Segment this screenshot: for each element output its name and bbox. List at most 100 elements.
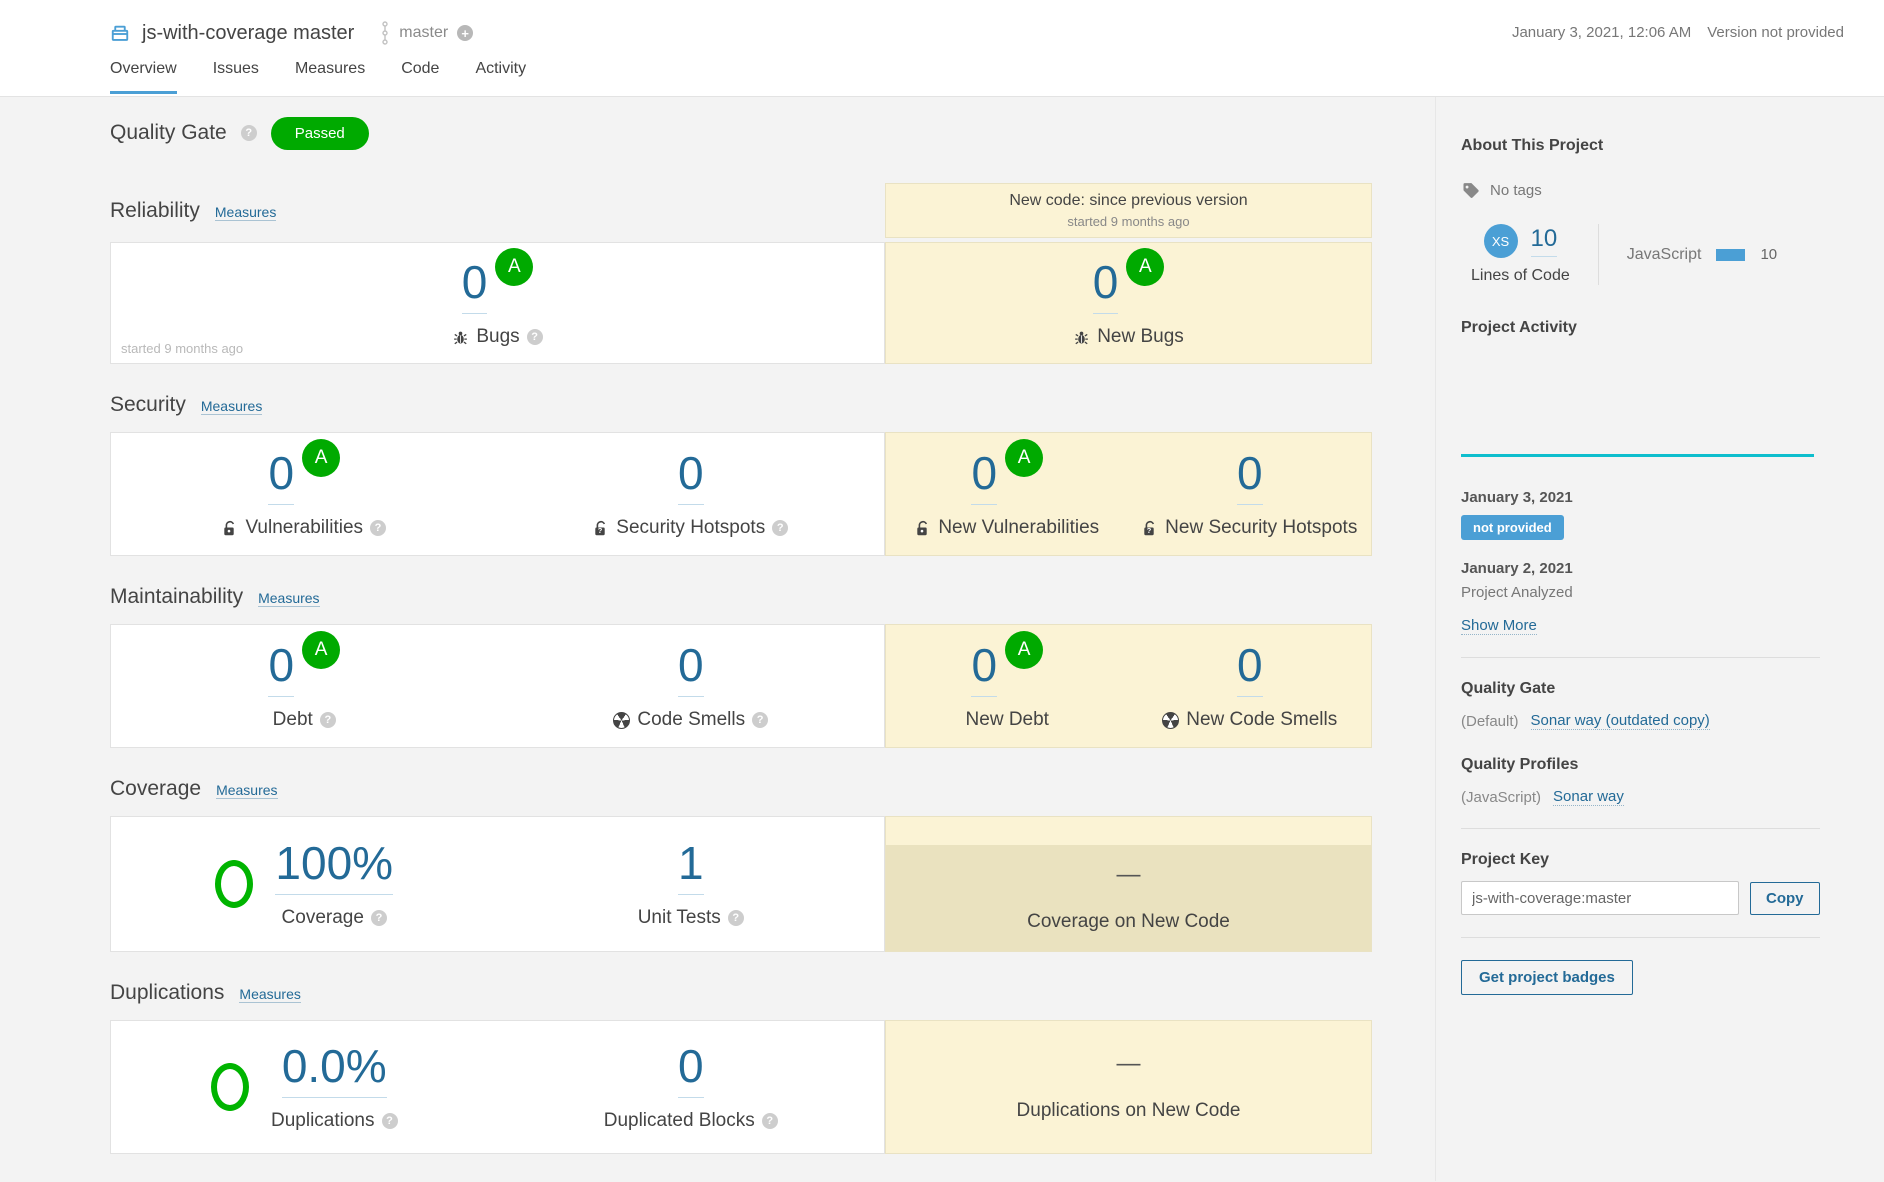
- tab-overview[interactable]: Overview: [110, 60, 177, 94]
- security-hotspots-value-link[interactable]: 0: [678, 449, 704, 505]
- section-security: Security Measures 0 A: [110, 390, 1372, 556]
- quality-profile-link[interactable]: Sonar way: [1553, 788, 1624, 806]
- section-reliability: Reliability Measures New code: since pre…: [110, 183, 1372, 364]
- duplications-donut-icon: [211, 1063, 249, 1111]
- new-code-smells-value-link[interactable]: 0: [1237, 641, 1263, 697]
- security-card: 0 A Vulnerabilities: [110, 432, 885, 556]
- tab-activity[interactable]: Activity: [475, 60, 526, 94]
- new-bugs-value-link[interactable]: 0: [1093, 258, 1119, 314]
- tab-code[interactable]: Code: [401, 60, 439, 94]
- measure-security-hotspots: 0 ? Security Hotspots: [593, 449, 788, 539]
- branch-selector[interactable]: master: [380, 20, 473, 46]
- tab-issues[interactable]: Issues: [213, 60, 259, 94]
- help-icon[interactable]: [241, 125, 257, 141]
- unit-tests-value-link[interactable]: 1: [678, 839, 704, 895]
- activity-flat-line: [1461, 454, 1814, 457]
- measure-new-security-hotspots: 0 ? New Security Hotspots: [1142, 449, 1357, 539]
- quality-gate-scope: (Default): [1461, 713, 1519, 730]
- help-icon[interactable]: [370, 520, 386, 536]
- help-icon[interactable]: [320, 712, 336, 728]
- help-icon[interactable]: [382, 1113, 398, 1129]
- new-security-hotspots-label: New Security Hotspots: [1165, 517, 1357, 539]
- coverage-value-link[interactable]: 100%: [275, 839, 393, 895]
- activity-event: January 3, 2021 not provided: [1461, 489, 1820, 540]
- help-icon[interactable]: [762, 1113, 778, 1129]
- project-size-row: XS 10 Lines of Code JavaScript 10: [1461, 224, 1820, 285]
- quality-gate-link[interactable]: Sonar way (outdated copy): [1531, 712, 1710, 730]
- code-smell-icon: [1162, 712, 1179, 729]
- lock-question-icon: ?: [1142, 520, 1158, 537]
- nav-tabs: Overview Issues Measures Code Activity: [110, 60, 1844, 94]
- tab-measures[interactable]: Measures: [295, 60, 365, 94]
- divider: [1461, 657, 1820, 658]
- new-vulnerabilities-value-link[interactable]: 0: [971, 449, 997, 505]
- new-bugs-label: New Bugs: [1097, 326, 1184, 348]
- measure-unit-tests: 1 Unit Tests: [638, 839, 744, 929]
- help-icon[interactable]: [752, 712, 768, 728]
- bug-icon: [1073, 329, 1090, 346]
- get-project-badges-button[interactable]: Get project badges: [1461, 960, 1633, 995]
- bugs-value-link[interactable]: 0: [462, 258, 488, 314]
- measure-code-smells: 0 Code Smells: [613, 641, 768, 731]
- branch-name: master: [399, 24, 448, 42]
- new-debt-value-link[interactable]: 0: [971, 641, 997, 697]
- analysis-meta: January 3, 2021, 12:06 AM Version not pr…: [1512, 24, 1844, 41]
- tags-label: No tags: [1490, 182, 1542, 199]
- new-coverage-label: Coverage on New Code: [1027, 911, 1230, 933]
- svg-text:?: ?: [1147, 526, 1152, 535]
- project-icon: [110, 23, 130, 43]
- measure-new-code-smells: 0 New Code Smells: [1162, 641, 1337, 731]
- new-vulnerabilities-rating-badge: A: [1005, 439, 1043, 477]
- divider: [1461, 937, 1820, 938]
- event-date: January 3, 2021: [1461, 489, 1820, 506]
- measure-duplications: 0.0% Duplications: [271, 1042, 398, 1132]
- measure-new-vulnerabilities: 0 A New Vulnerabilities: [915, 449, 1099, 539]
- reliability-measures-link[interactable]: Measures: [215, 204, 276, 221]
- duplications-measures-link[interactable]: Measures: [239, 986, 300, 1003]
- event-text: Project Analyzed: [1461, 584, 1820, 601]
- page-title: js-with-coverage master: [142, 22, 354, 45]
- tags-row[interactable]: No tags: [1461, 181, 1820, 200]
- maintainability-measures-link[interactable]: Measures: [258, 590, 319, 607]
- duplicated-blocks-value-link[interactable]: 0: [678, 1042, 704, 1098]
- reliability-card: 0 A Bugs started 9: [110, 242, 885, 364]
- debt-value-link[interactable]: 0: [268, 641, 294, 697]
- help-icon[interactable]: [728, 910, 744, 926]
- duplications-label: Duplications: [271, 1110, 375, 1132]
- code-smells-label: Code Smells: [637, 709, 745, 731]
- debt-rating-badge: A: [302, 631, 340, 669]
- event-date: January 2, 2021: [1461, 560, 1820, 577]
- show-more-link[interactable]: Show More: [1461, 617, 1537, 635]
- project-key-input[interactable]: [1461, 881, 1739, 915]
- language-row: JavaScript 10: [1627, 224, 1777, 285]
- project-key-title: Project Key: [1461, 851, 1820, 869]
- duplications-value-link[interactable]: 0.0%: [282, 1042, 387, 1098]
- plus-circle-icon[interactable]: [457, 25, 473, 41]
- coverage-measures-link[interactable]: Measures: [216, 782, 277, 799]
- debt-label: Debt: [273, 709, 313, 731]
- duplicated-blocks-label: Duplicated Blocks: [604, 1110, 755, 1132]
- new-security-hotspots-value-link[interactable]: 0: [1237, 449, 1263, 505]
- analysis-date: January 3, 2021, 12:06 AM: [1512, 24, 1691, 41]
- security-measures-link[interactable]: Measures: [201, 398, 262, 415]
- help-icon[interactable]: [371, 910, 387, 926]
- vulnerabilities-rating-badge: A: [302, 439, 340, 477]
- bug-icon: [452, 329, 469, 346]
- maintainability-card: 0 A Debt 0: [110, 624, 885, 748]
- help-icon[interactable]: [527, 329, 543, 345]
- size-rating-badge: XS: [1484, 224, 1518, 258]
- new-bugs-rating-badge: A: [1126, 248, 1164, 286]
- svg-text:?: ?: [598, 526, 603, 535]
- language-name: JavaScript: [1627, 246, 1702, 264]
- coverage-card: 100% Coverage 1: [110, 816, 885, 952]
- code-smells-value-link[interactable]: 0: [678, 641, 704, 697]
- reliability-heading: Reliability: [110, 199, 200, 223]
- language-value: 10: [1760, 246, 1777, 263]
- copy-button[interactable]: Copy: [1750, 882, 1820, 915]
- help-icon[interactable]: [772, 520, 788, 536]
- lines-of-code-link[interactable]: 10: [1531, 225, 1558, 257]
- vulnerabilities-value-link[interactable]: 0: [268, 449, 294, 505]
- project-sidebar: About This Project No tags XS 10 Lines o…: [1435, 97, 1884, 1181]
- lock-open-icon: [222, 520, 238, 537]
- activity-sparkline: [1461, 345, 1820, 457]
